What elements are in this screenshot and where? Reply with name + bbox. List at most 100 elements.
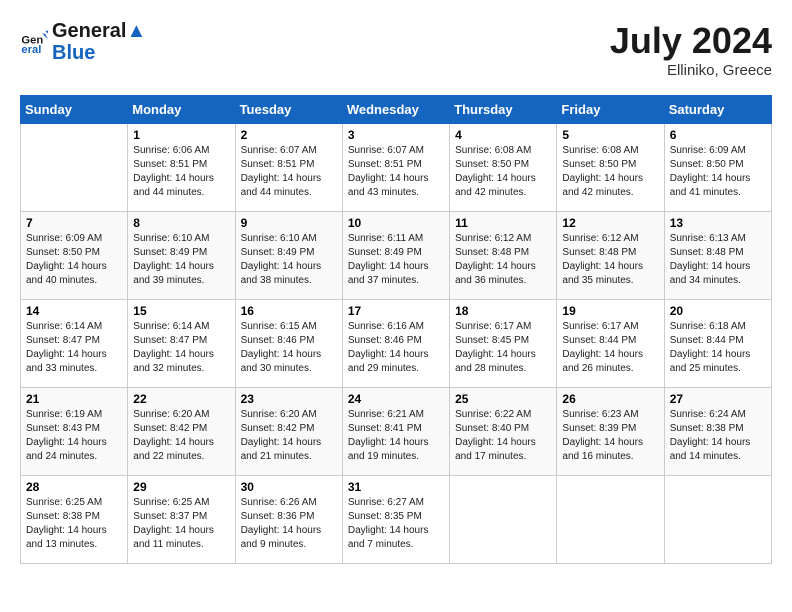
calendar-cell: 2 Sunrise: 6:07 AMSunset: 8:51 PMDaylight… — [235, 124, 342, 212]
calendar-cell: 18 Sunrise: 6:17 AMSunset: 8:45 PMDayligh… — [450, 300, 557, 388]
day-info: Sunrise: 6:10 AMSunset: 8:49 PMDaylight:… — [241, 232, 337, 288]
day-of-week-saturday: Saturday — [664, 96, 771, 124]
day-info: Sunrise: 6:08 AMSunset: 8:50 PMDaylight:… — [455, 144, 551, 200]
day-info: Sunrise: 6:10 AMSunset: 8:49 PMDaylight:… — [133, 232, 229, 288]
day-of-week-sunday: Sunday — [21, 96, 128, 124]
day-number: 3 — [348, 128, 444, 142]
day-of-week-monday: Monday — [128, 96, 235, 124]
logo-blue-text: Blue — [52, 42, 146, 64]
day-number: 25 — [455, 392, 551, 406]
day-number: 20 — [670, 304, 766, 318]
day-number: 30 — [241, 480, 337, 494]
calendar-cell: 5 Sunrise: 6:08 AMSunset: 8:50 PMDaylight… — [557, 124, 664, 212]
calendar-cell: 23 Sunrise: 6:20 AMSunset: 8:42 PMDayligh… — [235, 388, 342, 476]
day-number: 2 — [241, 128, 337, 142]
day-number: 14 — [26, 304, 122, 318]
calendar-header: SundayMondayTuesdayWednesdayThursdayFrid… — [21, 96, 772, 124]
calendar-body: 1 Sunrise: 6:06 AMSunset: 8:51 PMDaylight… — [21, 124, 772, 564]
day-info: Sunrise: 6:24 AMSunset: 8:38 PMDaylight:… — [670, 408, 766, 464]
week-row-3: 14 Sunrise: 6:14 AMSunset: 8:47 PMDayligh… — [21, 300, 772, 388]
day-info: Sunrise: 6:17 AMSunset: 8:45 PMDaylight:… — [455, 320, 551, 376]
calendar-cell: 16Sunrise: 6:15 AMSunset: 8:46 PMDayligh… — [235, 300, 342, 388]
day-number: 6 — [670, 128, 766, 142]
calendar-cell: 31Sunrise: 6:27 AMSunset: 8:35 PMDayligh… — [342, 476, 449, 564]
day-number: 10 — [348, 216, 444, 230]
day-number: 15 — [133, 304, 229, 318]
logo-icon: Gen eral — [20, 28, 48, 56]
calendar-cell: 14 Sunrise: 6:14 AMSunset: 8:47 PMDayligh… — [21, 300, 128, 388]
day-info: Sunrise: 6:13 AMSunset: 8:48 PMDaylight:… — [670, 232, 766, 288]
calendar-cell: 30Sunrise: 6:26 AMSunset: 8:36 PMDayligh… — [235, 476, 342, 564]
day-number: 11 — [455, 216, 551, 230]
calendar-cell — [557, 476, 664, 564]
day-info: Sunrise: 6:12 AMSunset: 8:48 PMDaylight:… — [455, 232, 551, 288]
calendar-cell — [450, 476, 557, 564]
day-number: 29 — [133, 480, 229, 494]
calendar-cell: 13 Sunrise: 6:13 AMSunset: 8:48 PMDayligh… — [664, 212, 771, 300]
day-info: Sunrise: 6:06 AMSunset: 8:51 PMDaylight:… — [133, 144, 229, 200]
day-info: Sunrise: 6:14 AMSunset: 8:47 PMDaylight:… — [26, 320, 122, 376]
calendar-cell: 3 Sunrise: 6:07 AMSunset: 8:51 PMDaylight… — [342, 124, 449, 212]
calendar-cell: 19 Sunrise: 6:17 AMSunset: 8:44 PMDayligh… — [557, 300, 664, 388]
svg-text:eral: eral — [21, 44, 41, 56]
day-number: 8 — [133, 216, 229, 230]
day-info: Sunrise: 6:16 AMSunset: 8:46 PMDaylight:… — [348, 320, 444, 376]
logo-general: General — [52, 20, 126, 42]
day-info: Sunrise: 6:09 AMSunset: 8:50 PMDaylight:… — [670, 144, 766, 200]
calendar-cell: 4 Sunrise: 6:08 AMSunset: 8:50 PMDaylight… — [450, 124, 557, 212]
calendar-cell: 11 Sunrise: 6:12 AMSunset: 8:48 PMDayligh… — [450, 212, 557, 300]
day-number: 22 — [133, 392, 229, 406]
day-number: 31 — [348, 480, 444, 494]
day-info: Sunrise: 6:07 AMSunset: 8:51 PMDaylight:… — [241, 144, 337, 200]
day-number: 1 — [133, 128, 229, 142]
calendar-table: SundayMondayTuesdayWednesdayThursdayFrid… — [20, 95, 772, 564]
calendar-cell: 29Sunrise: 6:25 AMSunset: 8:37 PMDayligh… — [128, 476, 235, 564]
day-info: Sunrise: 6:21 AMSunset: 8:41 PMDaylight:… — [348, 408, 444, 464]
calendar-cell: 24 Sunrise: 6:21 AMSunset: 8:41 PMDayligh… — [342, 388, 449, 476]
calendar-cell: 25 Sunrise: 6:22 AMSunset: 8:40 PMDayligh… — [450, 388, 557, 476]
calendar-cell: 26 Sunrise: 6:23 AMSunset: 8:39 PMDayligh… — [557, 388, 664, 476]
day-of-week-wednesday: Wednesday — [342, 96, 449, 124]
calendar-cell — [21, 124, 128, 212]
day-number: 9 — [241, 216, 337, 230]
calendar-cell: 7 Sunrise: 6:09 AMSunset: 8:50 PMDaylight… — [21, 212, 128, 300]
week-row-5: 28 Sunrise: 6:25 AMSunset: 8:38 PMDayligh… — [21, 476, 772, 564]
calendar-cell: 22Sunrise: 6:20 AMSunset: 8:42 PMDayligh… — [128, 388, 235, 476]
day-number: 23 — [241, 392, 337, 406]
calendar-cell: 17Sunrise: 6:16 AMSunset: 8:46 PMDayligh… — [342, 300, 449, 388]
day-info: Sunrise: 6:22 AMSunset: 8:40 PMDaylight:… — [455, 408, 551, 464]
day-info: Sunrise: 6:25 AMSunset: 8:38 PMDaylight:… — [26, 496, 122, 552]
day-number: 13 — [670, 216, 766, 230]
day-number: 24 — [348, 392, 444, 406]
day-of-week-thursday: Thursday — [450, 96, 557, 124]
location: Elliniko, Greece — [610, 62, 772, 79]
day-info: Sunrise: 6:20 AMSunset: 8:42 PMDaylight:… — [241, 408, 337, 464]
day-info: Sunrise: 6:23 AMSunset: 8:39 PMDaylight:… — [562, 408, 658, 464]
day-number: 21 — [26, 392, 122, 406]
day-number: 4 — [455, 128, 551, 142]
day-info: Sunrise: 6:19 AMSunset: 8:43 PMDaylight:… — [26, 408, 122, 464]
calendar-cell: 20Sunrise: 6:18 AMSunset: 8:44 PMDayligh… — [664, 300, 771, 388]
day-info: Sunrise: 6:17 AMSunset: 8:44 PMDaylight:… — [562, 320, 658, 376]
day-info: Sunrise: 6:08 AMSunset: 8:50 PMDaylight:… — [562, 144, 658, 200]
day-info: Sunrise: 6:11 AMSunset: 8:49 PMDaylight:… — [348, 232, 444, 288]
calendar-cell: 12Sunrise: 6:12 AMSunset: 8:48 PMDayligh… — [557, 212, 664, 300]
day-number: 27 — [670, 392, 766, 406]
day-number: 7 — [26, 216, 122, 230]
day-info: Sunrise: 6:09 AMSunset: 8:50 PMDaylight:… — [26, 232, 122, 288]
day-number: 26 — [562, 392, 658, 406]
day-info: Sunrise: 6:15 AMSunset: 8:46 PMDaylight:… — [241, 320, 337, 376]
logo: Gen eral General▲ Blue — [20, 20, 146, 64]
week-row-2: 7 Sunrise: 6:09 AMSunset: 8:50 PMDaylight… — [21, 212, 772, 300]
day-number: 28 — [26, 480, 122, 494]
day-info: Sunrise: 6:07 AMSunset: 8:51 PMDaylight:… — [348, 144, 444, 200]
day-number: 5 — [562, 128, 658, 142]
day-info: Sunrise: 6:14 AMSunset: 8:47 PMDaylight:… — [133, 320, 229, 376]
week-row-1: 1 Sunrise: 6:06 AMSunset: 8:51 PMDaylight… — [21, 124, 772, 212]
title-block: July 2024 Elliniko, Greece — [610, 20, 772, 79]
day-number: 18 — [455, 304, 551, 318]
day-number: 19 — [562, 304, 658, 318]
day-of-week-tuesday: Tuesday — [235, 96, 342, 124]
calendar-cell — [664, 476, 771, 564]
day-info: Sunrise: 6:12 AMSunset: 8:48 PMDaylight:… — [562, 232, 658, 288]
